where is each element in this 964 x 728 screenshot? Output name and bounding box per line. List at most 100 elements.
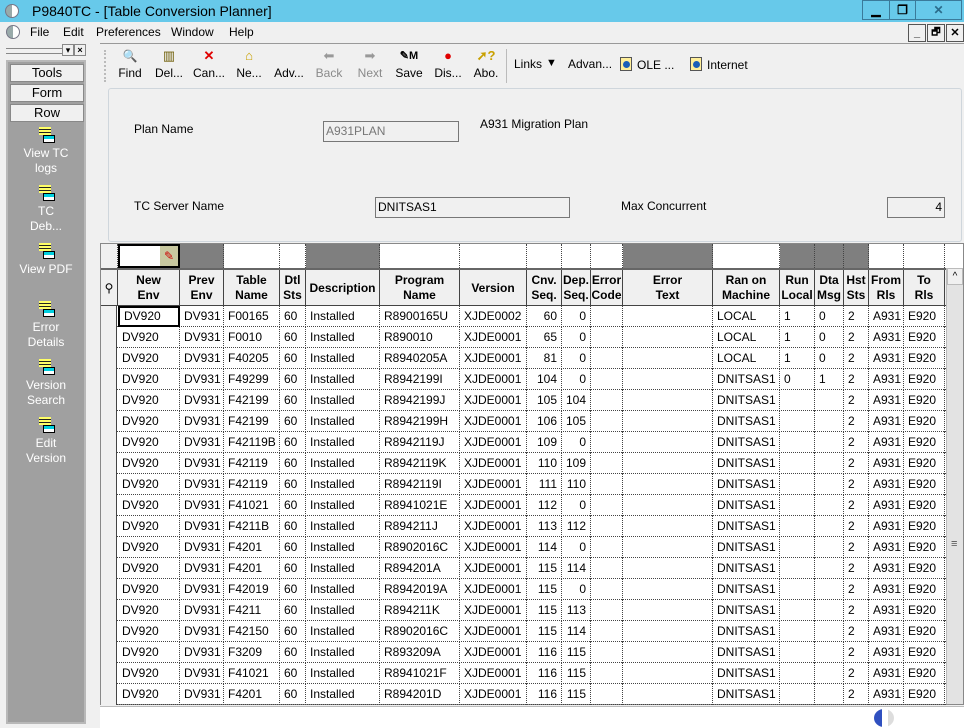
cell-new-env[interactable]: DV920 (118, 306, 180, 327)
cell-description[interactable]: Installed (306, 642, 380, 663)
cell-error-text[interactable] (623, 537, 713, 558)
row-selector[interactable] (101, 642, 117, 663)
cell-cnv-seq[interactable]: 111 (527, 474, 562, 495)
cell-hst-sts[interactable]: 2 (844, 411, 869, 432)
cell-error-text[interactable] (623, 411, 713, 432)
table-row[interactable]: DV920 DV931 F42150 60 Installed R8902016C XJDE… (101, 621, 946, 642)
cell-run-local[interactable]: 1 (780, 306, 815, 327)
cell-dta-msg[interactable] (815, 474, 844, 495)
cell-dep-seq[interactable]: 115 (562, 663, 591, 684)
exit-view-tc-logs[interactable]: View TC logs (8, 126, 84, 176)
cell-new-env[interactable]: DV920 (118, 621, 180, 642)
cell-error-code[interactable] (591, 621, 623, 642)
column-header-cnv-seq[interactable]: Cnv. Seq. (527, 270, 562, 306)
table-row[interactable]: DV920 DV931 F42019 60 Installed R8942019A XJDE… (101, 579, 946, 600)
row-selector[interactable] (101, 684, 117, 705)
cell-prev-env[interactable]: DV931 (180, 642, 224, 663)
cell-dep-seq[interactable]: 115 (562, 684, 591, 705)
close-button[interactable]: ✕ (915, 0, 962, 20)
cell-version[interactable]: XJDE0001 (460, 453, 527, 474)
table-row[interactable]: DV920 DV931 F41021 60 Installed R8941021F XJDE… (101, 663, 946, 684)
cell-version[interactable]: XJDE0001 (460, 327, 527, 348)
cell-dep-seq[interactable]: 0 (562, 348, 591, 369)
cell-cnv-seq[interactable]: 116 (527, 663, 562, 684)
cell-run-local[interactable] (780, 663, 815, 684)
cancel-button[interactable]: ✕ Can... (192, 48, 226, 80)
display-button[interactable]: ● Dis... (433, 48, 463, 80)
cell-hst-sts[interactable]: 2 (844, 579, 869, 600)
row-selector[interactable] (101, 306, 117, 327)
row-selector[interactable] (101, 474, 117, 495)
cell-cnv-seq[interactable]: 105 (527, 390, 562, 411)
table-row[interactable]: DV920 DV931 F0010 60 Installed R890010 XJDE000… (101, 327, 946, 348)
cell-dta-msg[interactable] (815, 579, 844, 600)
cell-table-name[interactable]: F42199 (224, 390, 280, 411)
cell-new-env[interactable]: DV920 (118, 642, 180, 663)
row-selector[interactable] (101, 453, 117, 474)
cell-table-name[interactable]: F42019 (224, 579, 280, 600)
cell-ran-on-machine[interactable]: LOCAL (713, 348, 780, 369)
cell-ran-on-machine[interactable]: DNITSAS1 (713, 495, 780, 516)
cell-error-code[interactable] (591, 663, 623, 684)
column-header-prev-env[interactable]: Prev Env (180, 270, 224, 306)
qbe-error-code[interactable] (591, 244, 623, 268)
cell-prev-env[interactable]: DV931 (180, 684, 224, 705)
cell-dta-msg[interactable] (815, 558, 844, 579)
cell-dep-seq[interactable]: 105 (562, 411, 591, 432)
qbe-to-rls[interactable] (904, 244, 945, 268)
cell-run-local[interactable] (780, 579, 815, 600)
cell-from-rls[interactable]: A931 (869, 579, 904, 600)
tc-server-name-field[interactable]: DNITSAS1 (375, 197, 570, 218)
cell-error-code[interactable] (591, 579, 623, 600)
cell-new-env[interactable]: DV920 (118, 369, 180, 390)
cell-cnv-seq[interactable]: 106 (527, 411, 562, 432)
cell-program-name[interactable]: R894201D (380, 684, 460, 705)
cell-program-name[interactable]: R894211K (380, 600, 460, 621)
cell-run-local[interactable] (780, 537, 815, 558)
cell-to-rls[interactable]: E920 (904, 558, 945, 579)
cell-error-text[interactable] (623, 327, 713, 348)
new-button[interactable]: ⌂ Ne... (235, 48, 263, 80)
cell-error-code[interactable] (591, 600, 623, 621)
cell-version[interactable]: XJDE0001 (460, 537, 527, 558)
table-row[interactable]: DV920 DV931 F42199 60 Installed R8942199J XJDE… (101, 390, 946, 411)
qbe-version[interactable] (460, 244, 527, 268)
table-row[interactable]: DV920 DV931 F42119 60 Installed R8942119K XJDE… (101, 453, 946, 474)
cell-version[interactable]: XJDE0001 (460, 411, 527, 432)
cell-hst-sts[interactable]: 2 (844, 369, 869, 390)
row-selector[interactable] (101, 369, 117, 390)
cell-ran-on-machine[interactable]: DNITSAS1 (713, 516, 780, 537)
table-row[interactable]: DV920 DV931 F49299 60 Installed R8942199I XJDE… (101, 369, 946, 390)
cell-dtl-sts[interactable]: 60 (280, 390, 306, 411)
cell-prev-env[interactable]: DV931 (180, 537, 224, 558)
cell-dta-msg[interactable] (815, 390, 844, 411)
cell-hst-sts[interactable]: 2 (844, 621, 869, 642)
cell-from-rls[interactable]: A931 (869, 663, 904, 684)
table-row[interactable]: DV920 DV931 F42119 60 Installed R8942119I XJDE… (101, 474, 946, 495)
cell-prev-env[interactable]: DV931 (180, 600, 224, 621)
links-dropdown-icon[interactable]: ▼ (546, 57, 557, 69)
cell-table-name[interactable]: F4211B (224, 516, 280, 537)
cell-from-rls[interactable]: A931 (869, 474, 904, 495)
cell-dta-msg[interactable]: 0 (815, 348, 844, 369)
cell-cnv-seq[interactable]: 115 (527, 600, 562, 621)
cell-ran-on-machine[interactable]: DNITSAS1 (713, 558, 780, 579)
cell-dta-msg[interactable] (815, 537, 844, 558)
cell-dta-msg[interactable] (815, 663, 844, 684)
cell-error-text[interactable] (623, 516, 713, 537)
cell-ran-on-machine[interactable]: DNITSAS1 (713, 453, 780, 474)
menu-edit[interactable]: Edit (63, 25, 84, 39)
cell-cnv-seq[interactable]: 60 (527, 306, 562, 327)
cell-error-text[interactable] (623, 348, 713, 369)
cell-to-rls[interactable]: E920 (904, 600, 945, 621)
cell-dtl-sts[interactable]: 60 (280, 306, 306, 327)
cell-from-rls[interactable]: A931 (869, 411, 904, 432)
cell-version[interactable]: XJDE0001 (460, 390, 527, 411)
cell-description[interactable]: Installed (306, 663, 380, 684)
cell-description[interactable]: Installed (306, 348, 380, 369)
cell-table-name[interactable]: F42119B (224, 432, 280, 453)
cell-version[interactable]: XJDE0001 (460, 558, 527, 579)
qbe-table-name[interactable] (224, 244, 280, 268)
cell-error-text[interactable] (623, 621, 713, 642)
cell-prev-env[interactable]: DV931 (180, 306, 224, 327)
